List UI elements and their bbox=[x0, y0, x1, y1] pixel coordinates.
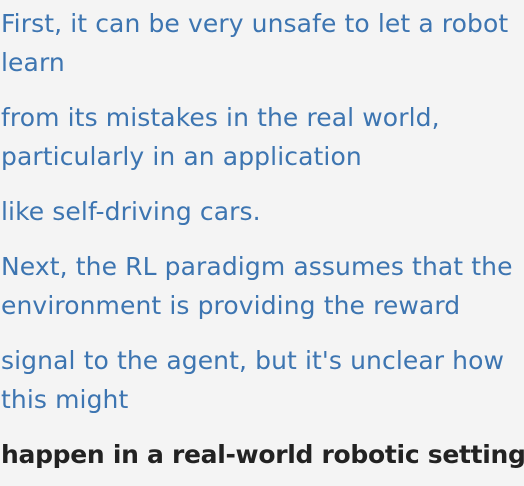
transcript-line[interactable]: Next, the RL paradigm assumes that the bbox=[1, 247, 513, 286]
transcript-line[interactable]: from its mistakes in the real world, bbox=[1, 98, 440, 137]
transcript-line-active[interactable]: happen in a real-world robotic setting. bbox=[1, 435, 524, 474]
transcript-line[interactable]: particularly in an application bbox=[1, 137, 362, 176]
transcript-line[interactable]: First, it can be very unsafe to let a ro… bbox=[1, 4, 508, 43]
transcript-line[interactable]: learn bbox=[1, 43, 65, 82]
transcript-line[interactable]: this might bbox=[1, 380, 128, 419]
transcript-panel: First, it can be very unsafe to let a ro… bbox=[0, 0, 524, 486]
transcript-line[interactable]: like self-driving cars. bbox=[1, 192, 261, 231]
transcript-line[interactable]: signal to the agent, but it's unclear ho… bbox=[1, 341, 504, 380]
transcript-line[interactable]: environment is providing the reward bbox=[1, 286, 460, 325]
